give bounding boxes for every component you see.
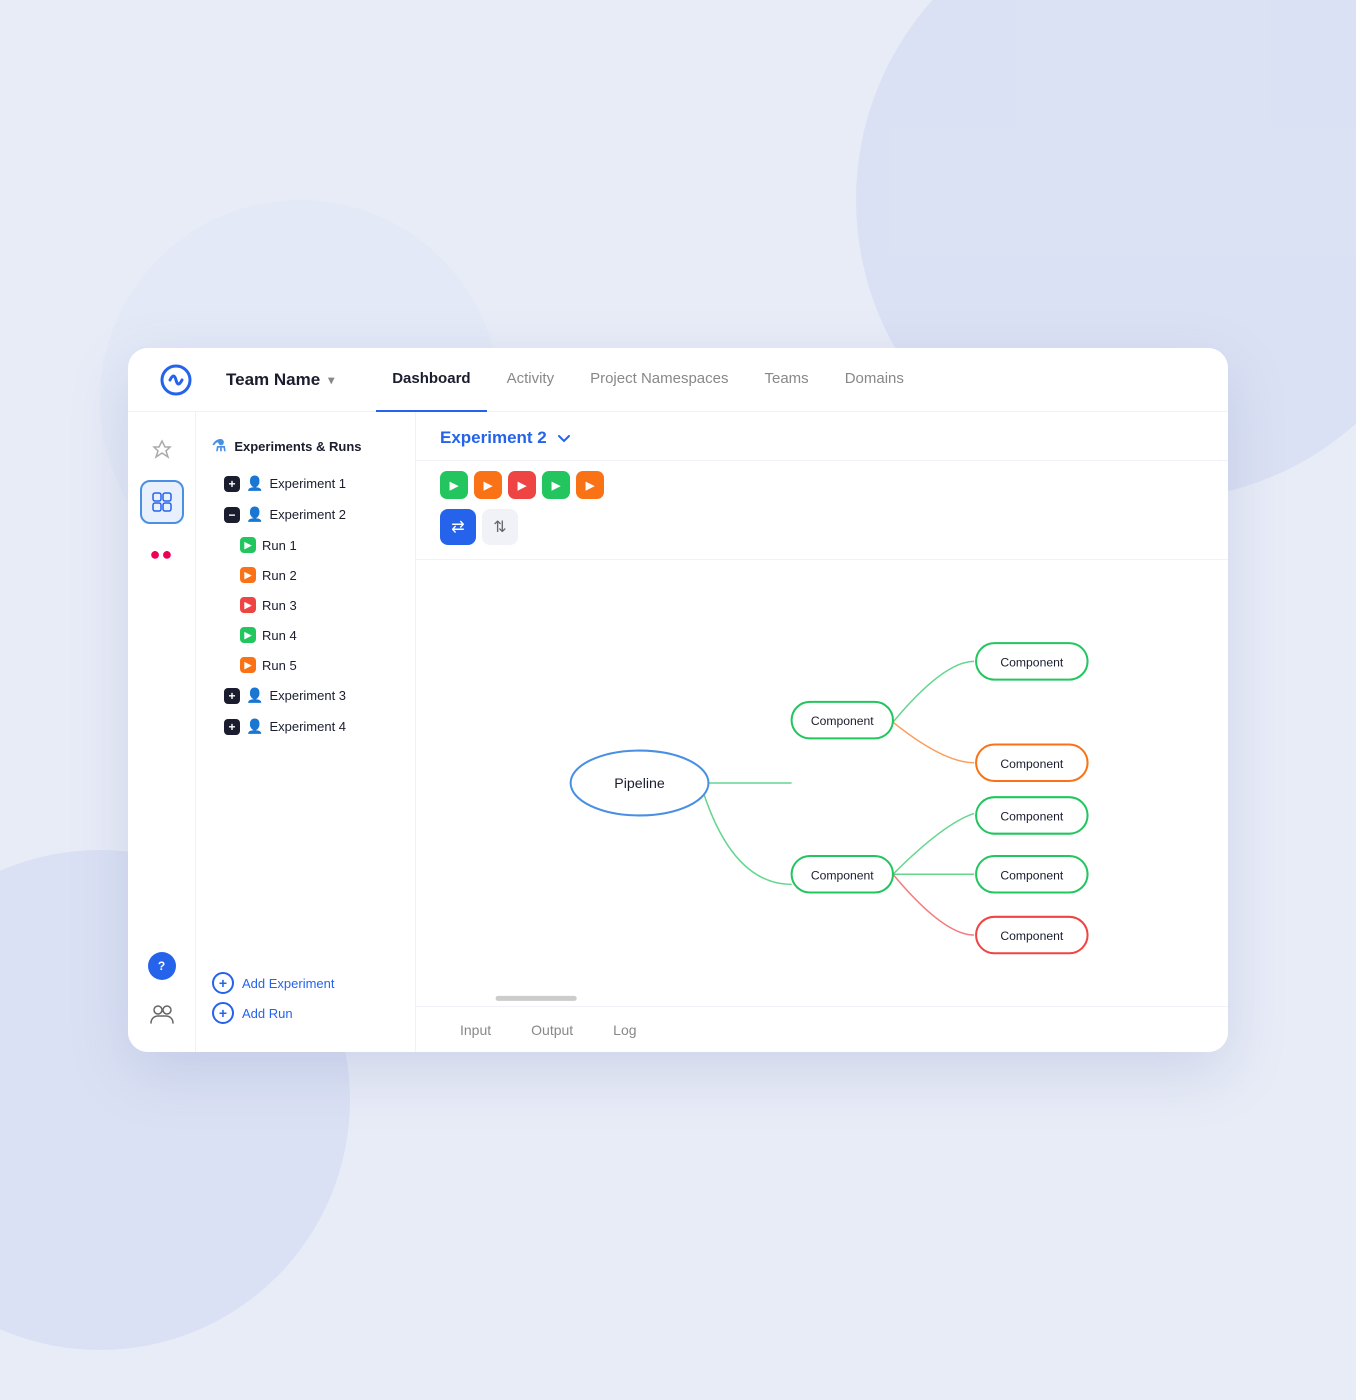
run-1-dot: ▶ <box>240 537 256 553</box>
run-3-dot: ▶ <box>240 597 256 613</box>
view-controls: ⇄ ⇅ <box>416 499 1228 560</box>
experiment-2-label: Experiment 2 <box>269 507 346 522</box>
run-2-item[interactable]: ▶ Run 2 <box>196 560 415 590</box>
sidebar-icon-experiments[interactable] <box>140 428 184 472</box>
experiment-2-expand[interactable]: − <box>224 507 240 523</box>
logo-area <box>160 364 192 396</box>
tab-dashboard[interactable]: Dashboard <box>376 348 486 412</box>
tab-log[interactable]: Log <box>593 1006 656 1052</box>
experiment-2-person-icon: 👤 <box>246 506 263 523</box>
run-5-item[interactable]: ▶ Run 5 <box>196 650 415 680</box>
main-content: Experiment 2 ▶ ▶ ▶ ▶ ▶ ⇄ ⇅ <box>416 412 1228 1052</box>
content-area: ●● ? ⚗ Experiments & Runs <box>128 412 1228 1052</box>
team-name-label: Team Name <box>226 370 320 390</box>
experiment-selector[interactable]: Experiment 2 <box>440 428 573 448</box>
svg-text:Pipeline: Pipeline <box>614 776 665 792</box>
tab-activity[interactable]: Activity <box>491 348 571 412</box>
tab-teams[interactable]: Teams <box>749 348 825 412</box>
experiment-1-item[interactable]: + 👤 Experiment 1 <box>196 468 415 499</box>
run-1-item[interactable]: ▶ Run 1 <box>196 530 415 560</box>
experiment-tree: + 👤 Experiment 1 − 👤 Experiment 2 ▶ Run … <box>196 468 415 960</box>
experiment-4-expand[interactable]: + <box>224 719 240 735</box>
tab-input[interactable]: Input <box>440 1006 511 1052</box>
pipeline-svg: Pipeline Component Component Component C… <box>416 560 1228 1006</box>
experiments-header: ⚗ Experiments & Runs <box>196 428 415 468</box>
tab-output[interactable]: Output <box>511 1006 593 1052</box>
user-badge-label: ? <box>158 959 165 973</box>
nav-tabs: Dashboard Activity Project Namespaces Te… <box>376 348 920 411</box>
svg-text:Component: Component <box>1000 929 1063 943</box>
svg-text:Component: Component <box>811 714 874 728</box>
sidebar: ●● ? <box>128 412 196 1052</box>
add-experiment-button[interactable]: + Add Experiment <box>212 972 399 994</box>
experiment-4-person-icon: 👤 <box>246 718 263 735</box>
svg-text:Component: Component <box>1000 655 1063 669</box>
run-badge-5[interactable]: ▶ <box>576 471 604 499</box>
experiment-selector-bar: Experiment 2 <box>416 412 1228 461</box>
experiments-header-label: Experiments & Runs <box>234 439 361 454</box>
experiment-3-expand[interactable]: + <box>224 688 240 704</box>
tab-project-namespaces[interactable]: Project Namespaces <box>574 348 744 412</box>
flask-icon: ⚗ <box>212 436 226 456</box>
experiment-1-label: Experiment 1 <box>269 476 346 491</box>
add-run-label: Add Run <box>242 1006 293 1021</box>
experiment-4-label: Experiment 4 <box>269 719 346 734</box>
run-badge-2[interactable]: ▶ <box>474 471 502 499</box>
add-experiment-icon: + <box>212 972 234 994</box>
experiment-3-person-icon: 👤 <box>246 687 263 704</box>
experiment-3-item[interactable]: + 👤 Experiment 3 <box>196 680 415 711</box>
run-badge-4[interactable]: ▶ <box>542 471 570 499</box>
team-selector[interactable]: Team Name ▾ <box>216 364 344 396</box>
horizontal-view-button[interactable]: ⇄ <box>440 509 476 545</box>
experiment-3-label: Experiment 3 <box>269 688 346 703</box>
vertical-view-button[interactable]: ⇅ <box>482 509 518 545</box>
sidebar-icon-dots[interactable]: ●● <box>140 532 184 576</box>
experiment-dropdown-icon <box>555 429 573 447</box>
bottom-tabs: Input Output Log <box>416 1006 1228 1052</box>
add-run-icon: + <box>212 1002 234 1024</box>
run-4-item[interactable]: ▶ Run 4 <box>196 620 415 650</box>
tab-domains[interactable]: Domains <box>829 348 920 412</box>
experiment-selector-label: Experiment 2 <box>440 428 547 448</box>
run-4-dot: ▶ <box>240 627 256 643</box>
run-2-label: Run 2 <box>262 568 297 583</box>
run-badge-1[interactable]: ▶ <box>440 471 468 499</box>
svg-text:Component: Component <box>811 868 874 882</box>
sidebar-bottom: ? <box>140 952 184 1036</box>
experiment-1-person-icon: 👤 <box>246 475 263 492</box>
run-4-label: Run 4 <box>262 628 297 643</box>
run-5-label: Run 5 <box>262 658 297 673</box>
run-2-dot: ▶ <box>240 567 256 583</box>
user-badge[interactable]: ? <box>148 952 176 980</box>
run-5-dot: ▶ <box>240 657 256 673</box>
sidebar-icon-grid[interactable] <box>140 480 184 524</box>
experiment-2-item[interactable]: − 👤 Experiment 2 <box>196 499 415 530</box>
experiment-panel: ⚗ Experiments & Runs + 👤 Experiment 1 − … <box>196 412 416 1052</box>
run-badges-row: ▶ ▶ ▶ ▶ ▶ <box>416 461 1228 499</box>
app-logo-icon <box>160 364 192 396</box>
top-nav: Team Name ▾ Dashboard Activity Project N… <box>128 348 1228 412</box>
svg-text:Component: Component <box>1000 868 1063 882</box>
pipeline-area: Pipeline Component Component Component C… <box>416 560 1228 1006</box>
svg-text:Component: Component <box>1000 757 1063 771</box>
add-run-button[interactable]: + Add Run <box>212 1002 399 1024</box>
team-chevron-icon: ▾ <box>328 373 334 387</box>
svg-text:Component: Component <box>1000 810 1063 824</box>
experiment-4-item[interactable]: + 👤 Experiment 4 <box>196 711 415 742</box>
experiment-footer: + Add Experiment + Add Run <box>196 960 415 1036</box>
run-badge-3[interactable]: ▶ <box>508 471 536 499</box>
run-3-label: Run 3 <box>262 598 297 613</box>
app-window: Team Name ▾ Dashboard Activity Project N… <box>128 348 1228 1052</box>
sidebar-team-icon[interactable] <box>140 992 184 1036</box>
experiment-1-expand[interactable]: + <box>224 476 240 492</box>
add-experiment-label: Add Experiment <box>242 976 335 991</box>
run-3-item[interactable]: ▶ Run 3 <box>196 590 415 620</box>
run-1-label: Run 1 <box>262 538 297 553</box>
